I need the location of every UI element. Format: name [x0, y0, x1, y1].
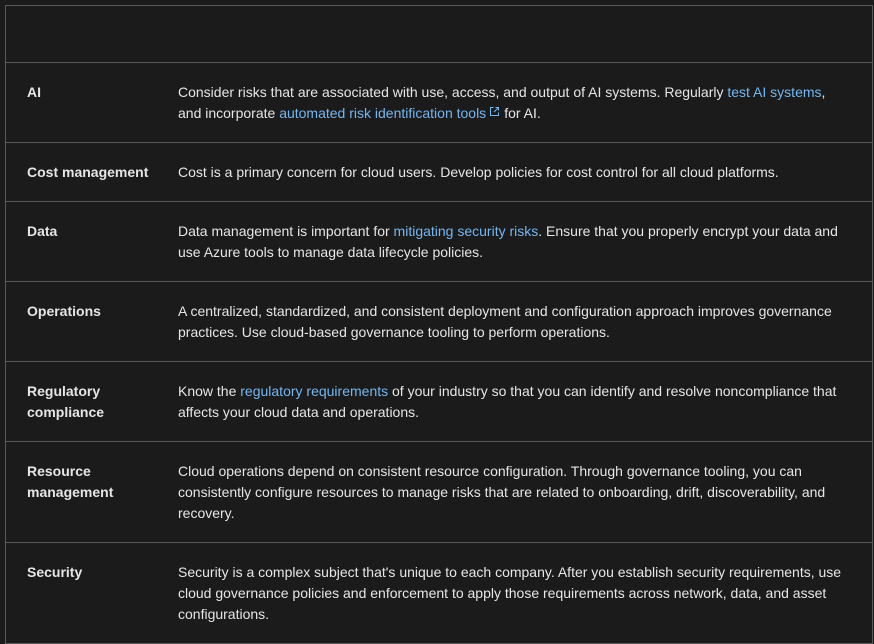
description-text: Data management is important for [178, 222, 394, 239]
header-cell-description [157, 6, 872, 63]
governance-area-label: Security [27, 563, 83, 580]
governance-area-label: Cost management [27, 163, 149, 180]
table-body: AI Consider risks that are associated wit… [6, 62, 872, 643]
governance-area-description: Cloud operations depend on consistent re… [157, 441, 872, 542]
governance-area-label: Operations [27, 302, 101, 319]
governance-table: AI Consider risks that are associated wit… [6, 6, 872, 643]
header-row [6, 6, 872, 63]
description-text: A centralized, standardized, and consist… [178, 302, 832, 340]
link-test-ai-systems[interactable]: test AI systems [727, 84, 821, 100]
description-text: for AI. [504, 104, 541, 121]
description-text: Cost is a primary concern for cloud user… [178, 163, 779, 180]
table-row: Security Security is a complex subject th… [6, 542, 872, 643]
governance-area-description: Data management is important for mitigat… [157, 201, 872, 281]
governance-area-description: Security is a complex subject that's uni… [157, 542, 872, 643]
governance-area-label: AI [27, 83, 41, 100]
link-regulatory-requirements[interactable]: regulatory requirements [240, 383, 388, 399]
table-row: Regulatory compliance Know the regulatory… [6, 361, 872, 441]
table-row: AI Consider risks that are associated wit… [6, 62, 872, 142]
external-link-icon[interactable] [489, 106, 500, 117]
governance-area-description: Consider risks that are associated with … [157, 62, 872, 142]
table-header [6, 6, 872, 63]
governance-area-label: Data [27, 222, 58, 239]
table-row: Data Data management is important for mit… [6, 201, 872, 281]
header-cell-area [6, 6, 157, 63]
governance-area-label: Resource management [27, 462, 114, 500]
description-text: Know the [178, 382, 241, 399]
link-mitigating-security-risks[interactable]: mitigating security risks [394, 223, 539, 239]
description-text: Consider risks that are associated with … [178, 83, 728, 100]
governance-area-label: Regulatory compliance [27, 382, 105, 420]
description-text: Cloud operations depend on consistent re… [178, 462, 826, 521]
table-row: Cost management Cost is a primary concern… [6, 142, 872, 201]
governance-area-description: Cost is a primary concern for cloud user… [157, 142, 872, 201]
table-row: Resource management Cloud operations depe… [6, 441, 872, 542]
governance-area-description: A centralized, standardized, and consist… [157, 281, 872, 361]
link-automated-risk-identification-tools[interactable]: automated risk identification tools [279, 105, 486, 121]
governance-area-description: Know the regulatory requirements of your… [157, 361, 872, 441]
table-row: Operations A centralized, standardized, a… [6, 281, 872, 361]
description-text: Security is a complex subject that's uni… [178, 563, 842, 622]
governance-table-container: AI Consider risks that are associated wit… [5, 5, 873, 644]
